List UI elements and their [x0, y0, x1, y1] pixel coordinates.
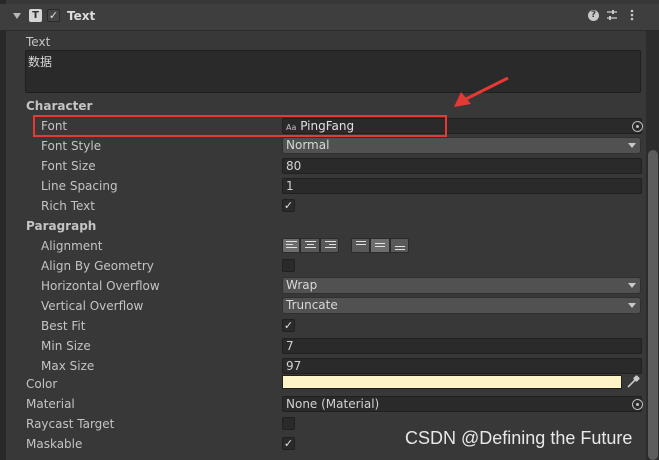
horizontal-overflow-value: Wrap [286, 278, 318, 292]
chevron-down-icon [628, 303, 636, 308]
font-object-picker-icon[interactable] [632, 121, 643, 132]
watermark: CSDN @Defining the Future [405, 428, 633, 448]
text-field-label: Text [26, 35, 51, 49]
align-middle-icon [375, 243, 386, 249]
preset-icon[interactable] [606, 9, 618, 21]
text-area-value: 数据 [28, 55, 53, 69]
align-by-geometry-label: Align By Geometry [41, 259, 154, 273]
max-size-label: Max Size [41, 359, 95, 373]
material-label: Material [26, 397, 75, 411]
horizontal-overflow-label: Horizontal Overflow [41, 279, 160, 293]
font-style-dropdown[interactable]: Normal [282, 137, 641, 154]
material-value: None (Material) [286, 397, 380, 411]
raycast-target-checkbox[interactable] [282, 417, 295, 430]
min-size-label: Min Size [41, 339, 91, 353]
material-object-picker-icon[interactable] [632, 399, 643, 410]
foldout-arrow-icon[interactable] [13, 13, 21, 19]
align-by-geometry-checkbox[interactable] [282, 259, 295, 272]
max-size-input[interactable]: 97 [282, 358, 642, 374]
max-size-value: 97 [286, 359, 302, 373]
annotation-highlight-box [33, 115, 447, 137]
text-component-icon: T [29, 9, 42, 22]
vertical-overflow-dropdown[interactable]: Truncate [282, 297, 641, 314]
component-header[interactable]: T ✓ Text ? [0, 4, 659, 31]
alignment-label: Alignment [41, 239, 103, 253]
line-spacing-input[interactable]: 1 [282, 178, 642, 194]
section-character: Character [26, 99, 93, 113]
align-top-icon [356, 241, 367, 247]
min-size-input[interactable]: 7 [282, 338, 642, 354]
horizontal-overflow-dropdown[interactable]: Wrap [282, 277, 641, 294]
left-edge [0, 0, 6, 460]
font-size-input[interactable]: 80 [282, 158, 642, 174]
min-size-value: 7 [286, 339, 294, 353]
font-style-value: Normal [286, 138, 330, 152]
scrollbar-thumb[interactable] [648, 150, 658, 460]
align-top-button[interactable] [351, 238, 370, 253]
align-center-icon [305, 241, 316, 250]
raycast-target-label: Raycast Target [26, 417, 115, 431]
best-fit-checkbox[interactable]: ✓ [282, 319, 295, 332]
material-field[interactable]: None (Material) [282, 396, 642, 412]
color-swatch[interactable] [282, 375, 622, 389]
font-size-value: 80 [286, 159, 302, 173]
maskable-checkbox[interactable]: ✓ [282, 437, 295, 450]
font-size-label: Font Size [41, 159, 96, 173]
vertical-overflow-label: Vertical Overflow [41, 299, 144, 313]
font-style-label: Font Style [41, 139, 102, 153]
component-enabled-checkbox[interactable]: ✓ [47, 9, 60, 22]
best-fit-label: Best Fit [41, 319, 86, 333]
align-right-button[interactable] [320, 238, 339, 253]
chevron-down-icon [628, 283, 636, 288]
align-bottom-icon [395, 246, 406, 252]
vertical-overflow-value: Truncate [286, 298, 338, 312]
eyedropper-icon[interactable] [626, 375, 640, 389]
line-spacing-label: Line Spacing [41, 179, 118, 193]
align-bottom-button[interactable] [390, 238, 409, 253]
annotation-arrow [454, 76, 509, 107]
maskable-label: Maskable [26, 437, 83, 451]
color-label: Color [26, 377, 58, 391]
rich-text-checkbox[interactable]: ✓ [282, 199, 295, 212]
align-right-icon [325, 241, 336, 250]
chevron-down-icon [628, 143, 636, 148]
component-title: Text [67, 9, 96, 23]
align-left-button[interactable] [282, 238, 300, 253]
text-area[interactable]: 数据 [25, 50, 641, 93]
section-paragraph: Paragraph [26, 219, 97, 233]
align-middle-button[interactable] [370, 238, 390, 253]
align-left-icon [286, 241, 297, 250]
line-spacing-value: 1 [286, 179, 294, 193]
context-menu-icon[interactable] [630, 9, 634, 21]
rich-text-label: Rich Text [41, 199, 95, 213]
help-icon[interactable]: ? [588, 10, 599, 21]
align-center-button[interactable] [300, 238, 320, 253]
